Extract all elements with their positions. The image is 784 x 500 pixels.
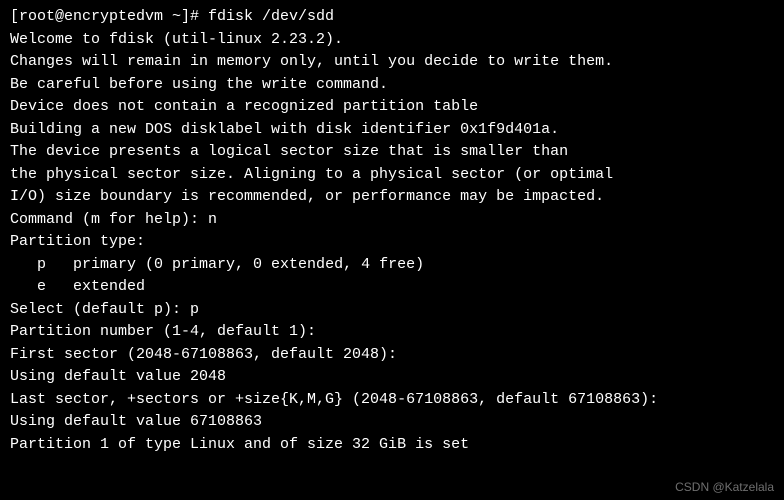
terminal-line: Using default value 67108863 bbox=[10, 411, 774, 434]
terminal-line: Device does not contain a recognized par… bbox=[10, 96, 774, 119]
terminal-line: Using default value 2048 bbox=[10, 366, 774, 389]
terminal-line: First sector (2048-67108863, default 204… bbox=[10, 344, 774, 367]
watermark-text: CSDN @Katzelala bbox=[675, 478, 774, 496]
terminal-output[interactable]: [root@encryptedvm ~]# fdisk /dev/sdd Wel… bbox=[10, 6, 774, 456]
terminal-line: the physical sector size. Aligning to a … bbox=[10, 164, 774, 187]
terminal-line: Last sector, +sectors or +size{K,M,G} (2… bbox=[10, 389, 774, 412]
terminal-line: [root@encryptedvm ~]# fdisk /dev/sdd bbox=[10, 6, 774, 29]
terminal-line: Partition 1 of type Linux and of size 32… bbox=[10, 434, 774, 457]
terminal-line: Building a new DOS disklabel with disk i… bbox=[10, 119, 774, 142]
terminal-line: I/O) size boundary is recommended, or pe… bbox=[10, 186, 774, 209]
terminal-line: Welcome to fdisk (util-linux 2.23.2). bbox=[10, 29, 774, 52]
terminal-line: Select (default p): p bbox=[10, 299, 774, 322]
terminal-line: p primary (0 primary, 0 extended, 4 free… bbox=[10, 254, 774, 277]
terminal-line: The device presents a logical sector siz… bbox=[10, 141, 774, 164]
terminal-line: Partition type: bbox=[10, 231, 774, 254]
terminal-line: Partition number (1-4, default 1): bbox=[10, 321, 774, 344]
terminal-line: Command (m for help): n bbox=[10, 209, 774, 232]
terminal-line: e extended bbox=[10, 276, 774, 299]
terminal-line: Be careful before using the write comman… bbox=[10, 74, 774, 97]
terminal-line: Changes will remain in memory only, unti… bbox=[10, 51, 774, 74]
